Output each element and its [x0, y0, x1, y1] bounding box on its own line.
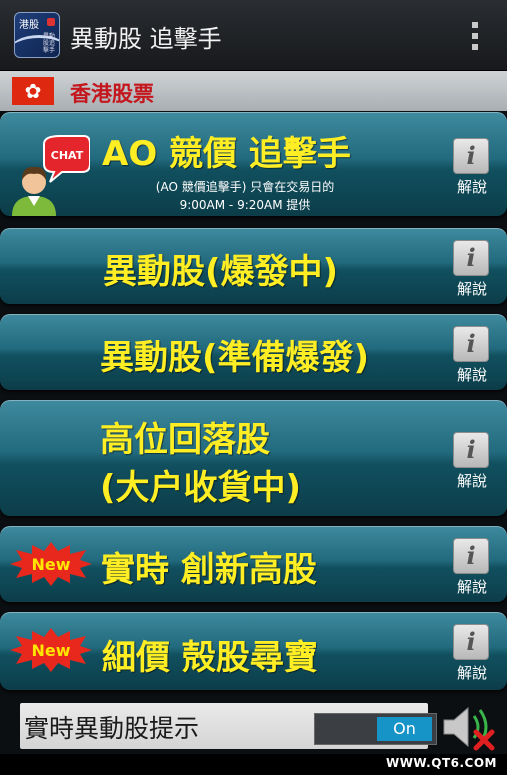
chat-avatar-icon: CHAT — [12, 135, 90, 216]
new-badge-icon: New — [10, 628, 92, 672]
toggle-on-label: On — [377, 717, 432, 741]
info-label[interactable]: 解說 — [451, 278, 493, 299]
menu-item-realtime-new-high[interactable]: New 實時 創新高股 i 解說 — [0, 526, 507, 602]
app-title: 異動股 追擊手 — [70, 25, 222, 53]
app-icon[interactable]: 港股 異動股追擊手 — [14, 12, 60, 58]
menu-item-ao-auction[interactable]: CHAT AO 競價 追擊手 (AO 競價追擊手) 只會在交易日的 9:00AM… — [0, 112, 507, 216]
section-title: 香港股票 — [70, 82, 154, 106]
menu-item-subtitle: (AO 競價追擊手) 只會在交易日的 9:00AM - 9:20AM 提供 — [100, 178, 390, 214]
info-icon[interactable]: i — [453, 326, 489, 362]
speaker-muted-icon[interactable] — [440, 702, 498, 752]
info-label[interactable]: 解說 — [451, 662, 493, 683]
new-badge-text: New — [31, 555, 70, 574]
watermark-bar: WWW.QT6.COM — [0, 754, 507, 775]
app-icon-lettering-top: 港股 — [19, 20, 39, 31]
info-icon[interactable]: i — [453, 240, 489, 276]
menu-item-active-ready[interactable]: 異動股(準備爆發) i 解說 — [0, 314, 507, 390]
watermark-text: WWW.QT6.COM — [385, 756, 497, 770]
hong-kong-flag-icon: ✿ — [12, 77, 54, 105]
menu-item-title-line-1: 高位回落股 — [100, 420, 270, 460]
info-label[interactable]: 解說 — [451, 176, 493, 197]
subtitle-line-2: 9:00AM - 9:20AM 提供 — [179, 198, 311, 212]
bottom-bar: 實時異動股提示 On — [0, 700, 507, 754]
menu-item-high-pullback[interactable]: 高位回落股 (大户收貨中) i 解說 — [0, 400, 507, 516]
subtitle-line-1: (AO 競價追擊手) 只會在交易日的 — [155, 180, 335, 194]
new-badge-icon: New — [10, 542, 92, 586]
info-icon[interactable]: i — [453, 538, 489, 574]
menu-item-title-line-2: (大户收貨中) — [100, 468, 302, 508]
menu-item-title: 異動股(準備爆發) — [100, 338, 370, 378]
menu-item-title: AO 競價 追擊手 — [102, 134, 351, 174]
section-header: ✿ 香港股票 — [0, 71, 507, 111]
app-icon-dot — [47, 18, 55, 26]
app-icon-lettering-bottom: 異動股追擊手 — [42, 33, 55, 54]
alert-setting-row: 實時異動股提示 On — [20, 703, 437, 749]
info-label[interactable]: 解說 — [451, 364, 493, 385]
action-bar: 港股 異動股追擊手 異動股 追擊手 — [0, 0, 507, 71]
info-label[interactable]: 解說 — [451, 470, 493, 491]
chat-badge-text: CHAT — [51, 149, 84, 162]
alert-label: 實時異動股提示 — [24, 714, 200, 743]
alert-toggle[interactable]: On — [314, 713, 437, 745]
overflow-menu-icon[interactable] — [471, 22, 479, 50]
menu-item-penny-shell[interactable]: New 細價 殻股尋寶 i 解說 — [0, 612, 507, 690]
info-icon[interactable]: i — [453, 432, 489, 468]
new-badge-text: New — [31, 641, 70, 660]
menu-item-active-exploding[interactable]: 異動股(爆發中) i 解說 — [0, 228, 507, 304]
info-icon[interactable]: i — [453, 138, 489, 174]
info-label[interactable]: 解說 — [451, 576, 493, 597]
menu-item-title: 實時 創新高股 — [101, 550, 317, 590]
menu-item-title: 細價 殻股尋寶 — [102, 638, 318, 678]
menu-item-title: 異動股(爆發中) — [103, 252, 339, 292]
info-icon[interactable]: i — [453, 624, 489, 660]
